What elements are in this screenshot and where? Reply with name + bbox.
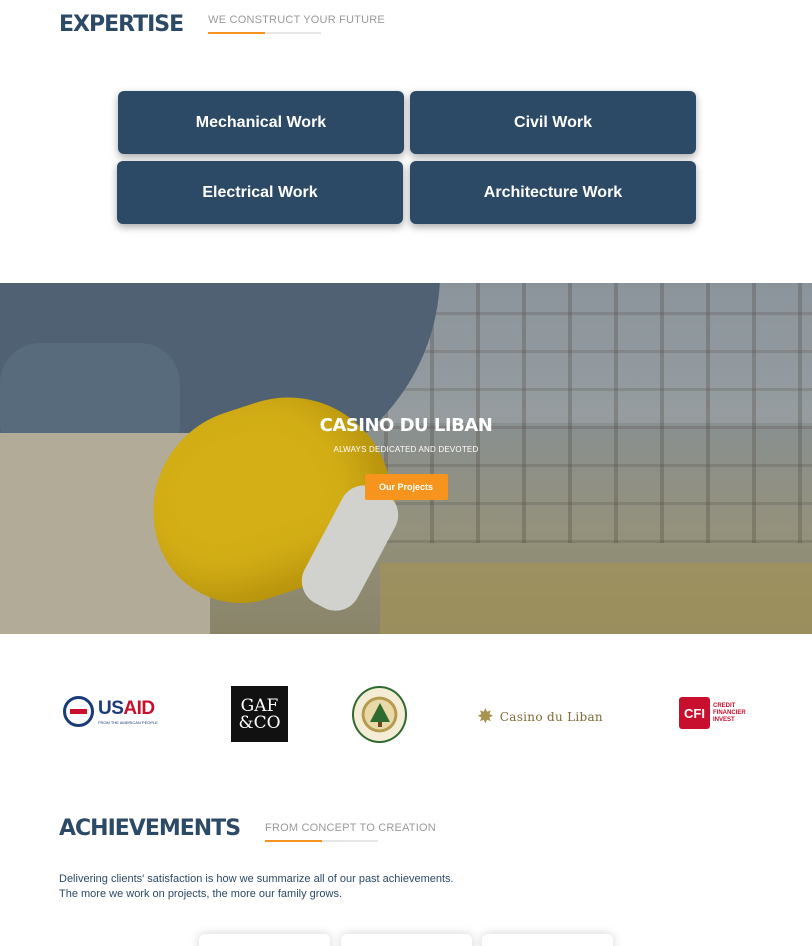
achievements-description: Delivering clients' satisfaction is how … — [59, 872, 454, 902]
expertise-subtitle-text: WE CONSTRUCT YOUR FUTURE — [208, 14, 385, 26]
achievement-card[interactable] — [341, 934, 472, 946]
architecture-work-button[interactable]: Architecture Work — [410, 161, 696, 224]
civil-work-button[interactable]: Civil Work — [410, 91, 696, 154]
usaid-us: US — [98, 698, 124, 719]
hero-title: CASINO DU LIBAN — [319, 415, 493, 436]
achievements-line-1: Delivering clients' satisfaction is how … — [59, 873, 454, 885]
expertise-underline — [208, 32, 322, 34]
achievements-line-2: The more we work on projects, the more o… — [59, 888, 343, 900]
achievements-underline — [265, 840, 379, 842]
casino-star-icon: ✸ — [477, 706, 494, 728]
hero-banner: CASINO DU LIBAN ALWAYS DEDICATED AND DEV… — [0, 283, 812, 634]
usaid-aid: AID — [123, 698, 155, 719]
cfi-logo[interactable]: CFI CREDIT FINANCIER INVEST — [679, 697, 753, 729]
casino-name: Casino du Liban — [499, 709, 603, 724]
lebanese-army-emblem-icon[interactable] — [352, 686, 407, 743]
achievement-card[interactable] — [199, 934, 330, 946]
usaid-wordmark: USAID FROM THE AMERICAN PEOPLE — [98, 698, 158, 725]
achievements-title: ACHIEVEMENTS — [59, 816, 241, 841]
cedar-icon — [369, 702, 390, 727]
usaid-logo[interactable]: USAID FROM THE AMERICAN PEOPLE — [63, 696, 158, 727]
achievements-header: ACHIEVEMENTS FROM CONCEPT TO CREATION — [59, 816, 436, 842]
usaid-tag: FROM THE AMERICAN PEOPLE — [98, 720, 158, 725]
cfi-mark: CFI — [679, 697, 710, 729]
gaf-co-logo[interactable]: GAF &CO — [231, 686, 288, 742]
achievements-subtitle-text: FROM CONCEPT TO CREATION — [265, 822, 436, 834]
our-projects-button[interactable]: Our Projects — [364, 474, 448, 500]
electrical-work-button[interactable]: Electrical Work — [117, 161, 403, 224]
achievement-card[interactable] — [482, 934, 613, 946]
hero-tagline: ALWAYS DEDICATED AND DEVOTED — [333, 445, 479, 454]
usaid-seal-icon — [63, 696, 94, 727]
expertise-title: EXPERTISE — [59, 12, 184, 37]
cfi-text: CREDIT FINANCIER INVEST — [713, 702, 746, 723]
expertise-header: EXPERTISE WE CONSTRUCT YOUR FUTURE — [59, 12, 385, 37]
casino-du-liban-logo[interactable]: ✸ Casino du Liban — [477, 704, 603, 729]
expertise-subtitle: WE CONSTRUCT YOUR FUTURE — [208, 14, 385, 34]
hero-content: CASINO DU LIBAN ALWAYS DEDICATED AND DEV… — [0, 415, 812, 500]
achievements-subtitle: FROM CONCEPT TO CREATION — [265, 822, 436, 842]
mechanical-work-button[interactable]: Mechanical Work — [118, 91, 404, 154]
expertise-grid: Mechanical Work Civil Work Electrical Wo… — [117, 91, 696, 225]
partner-logos: USAID FROM THE AMERICAN PEOPLE GAF &CO ✸… — [0, 684, 812, 744]
